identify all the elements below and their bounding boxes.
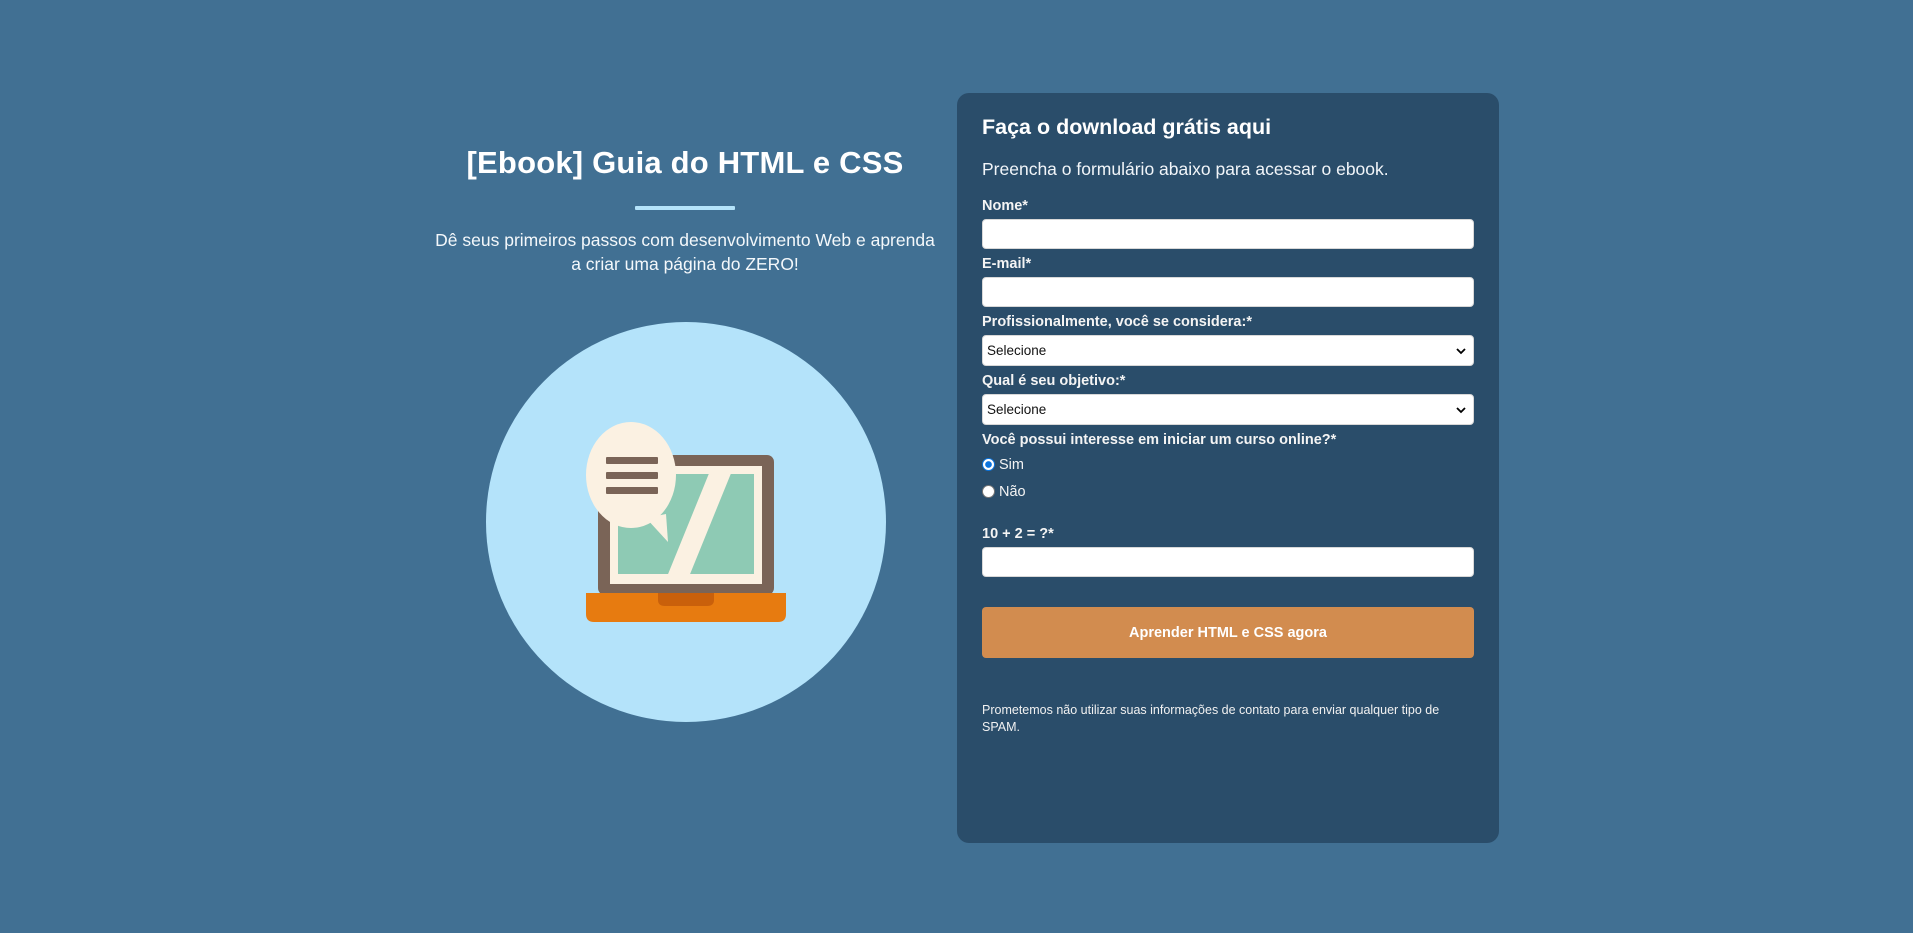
profession-select[interactable]: Selecione (982, 335, 1474, 366)
form-lead: Preencha o formulário abaixo para acessa… (982, 159, 1389, 179)
profession-label: Profissionalmente, você se considera:* (982, 314, 1252, 330)
goal-select[interactable]: Selecione (982, 394, 1474, 425)
captcha-input[interactable] (982, 547, 1474, 577)
captcha-label: 10 + 2 = ?* (982, 526, 1054, 542)
radio-sim-label: Sim (999, 456, 1024, 473)
email-input[interactable] (982, 277, 1474, 307)
download-form-card: Faça o download grátis aqui Preencha o f… (957, 93, 1499, 843)
title-divider (635, 206, 735, 210)
radio-option-nao[interactable]: Não (982, 478, 1474, 505)
profession-field-group: Profissionalmente, você se considera:* S… (982, 313, 1474, 366)
goal-label: Qual é seu objetivo:* (982, 373, 1126, 389)
submit-button[interactable]: Aprender HTML e CSS agora (982, 607, 1474, 658)
goal-select-value: Selecione (987, 402, 1047, 417)
name-field-group: Nome* (982, 197, 1474, 249)
radio-sim[interactable] (982, 458, 995, 471)
name-input[interactable] (982, 219, 1474, 249)
course-question-label: Você possui interesse em iniciar um curs… (982, 432, 1337, 448)
radio-nao-label: Não (999, 483, 1026, 500)
chevron-down-icon (1455, 404, 1467, 416)
radio-nao[interactable] (982, 485, 995, 498)
hero-section: [Ebook] Guia do HTML e CSS Dê seus prime… (435, 140, 935, 276)
hero-subtitle: Dê seus primeiros passos com desenvolvim… (435, 230, 935, 274)
name-label: Nome* (982, 198, 1028, 214)
spam-disclaimer: Prometemos não utilizar suas informações… (982, 703, 1440, 734)
radio-option-sim[interactable]: Sim (982, 451, 1474, 478)
goal-field-group: Qual é seu objetivo:* Selecione (982, 372, 1474, 425)
captcha-field-group: 10 + 2 = ?* (982, 525, 1474, 577)
page-title: [Ebook] Guia do HTML e CSS (466, 145, 904, 180)
profession-select-value: Selecione (987, 343, 1047, 358)
email-label: E-mail* (982, 256, 1032, 272)
email-field-group: E-mail* (982, 255, 1474, 307)
form-heading: Faça o download grátis aqui (982, 115, 1272, 139)
ebook-illustration (486, 322, 886, 722)
chevron-down-icon (1455, 345, 1467, 357)
course-interest-group: Você possui interesse em iniciar um curs… (982, 431, 1474, 505)
